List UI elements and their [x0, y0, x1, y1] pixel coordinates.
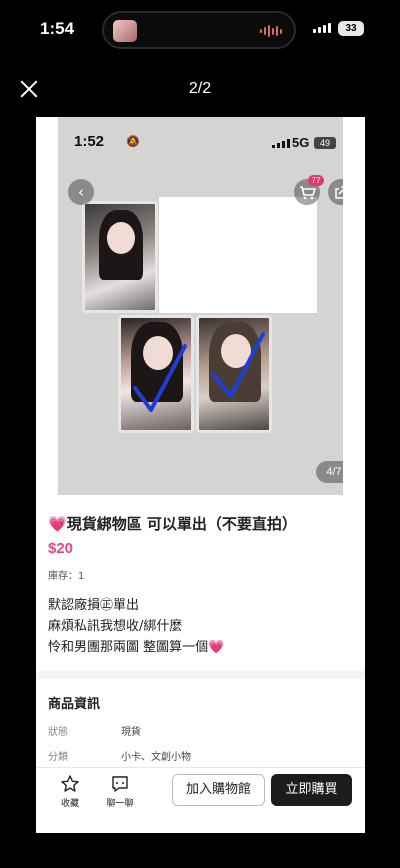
description-line: 怜和男團那兩圖 整圖算一個💗 — [48, 640, 225, 655]
product-photo: 1:52 🔕 5G 49 ‹ 77 4/7 — [58, 117, 343, 495]
photo-counter: 4/7 — [316, 461, 343, 483]
info-section-title: 商品資訊 — [48, 697, 101, 712]
description-line: 麻煩私訊我想收/綁什麼 — [48, 619, 183, 634]
inner-signal-icon — [272, 139, 290, 148]
inner-battery-icon: 49 — [314, 137, 336, 149]
screenshot-image: 1:52 🔕 5G 49 ‹ 77 4/7 💗現貨綁物區 可以單出（不要直拍） … — [36, 117, 365, 833]
buy-now-button[interactable]: 立即購買 — [271, 774, 352, 806]
info-value: 小卡、文創小物 — [121, 752, 191, 763]
add-to-cart-button[interactable]: 加入購物館 — [172, 774, 265, 806]
info-key: 分類 — [48, 752, 68, 763]
now-playing-thumbnail — [113, 20, 137, 42]
stock-label: 庫存：1 — [48, 571, 85, 582]
signal-icon — [313, 23, 331, 33]
description-line: 默認廠損㊣單出 — [48, 598, 140, 613]
chat-icon — [112, 776, 128, 792]
image-counter: 2/2 — [188, 80, 212, 97]
product-title: 💗現貨綁物區 可以單出（不要直拍） — [48, 513, 297, 534]
info-row-category: 分類 小卡、文創小物 — [48, 748, 191, 763]
favorite-button[interactable]: 收藏 — [48, 774, 92, 809]
chat-label: 聊一聊 — [106, 799, 134, 809]
favorite-label: 收藏 — [60, 799, 79, 809]
cart-badge: 77 — [308, 175, 324, 186]
bottom-action-bar: 收藏 聊一聊 加入購物館 立即購買 — [36, 767, 365, 833]
chat-button[interactable]: 聊一聊 — [98, 774, 142, 809]
section-divider — [36, 671, 365, 679]
photocard-3 — [196, 315, 272, 433]
share-icon[interactable] — [328, 179, 343, 205]
status-bar: 1:54 33 — [0, 0, 400, 60]
info-row-status: 狀態 現貨 — [48, 723, 141, 738]
star-icon — [61, 775, 79, 792]
mute-bell-icon: 🔕 — [126, 135, 140, 148]
checkmark-icon — [211, 332, 265, 398]
heart-icon: 💗 — [48, 515, 67, 533]
product-description: 默認廠損㊣單出 麻煩私訊我想收/綁什麼 怜和男團那兩圖 整圖算一個💗 — [48, 595, 224, 658]
photocard-1 — [82, 201, 158, 313]
checkmark-icon — [133, 344, 187, 412]
info-value: 現貨 — [121, 727, 141, 738]
status-time: 1:54 — [40, 19, 75, 38]
inner-network-label: 5G — [292, 135, 310, 150]
product-price: $20 — [48, 540, 74, 557]
battery-icon: 33 — [338, 21, 364, 36]
photocard-2 — [118, 315, 194, 433]
product-title-text: 現貨綁物區 可以單出（不要直拍） — [66, 515, 297, 533]
redacted-area — [159, 197, 317, 313]
audio-wave-icon — [260, 24, 282, 38]
previous-image-button[interactable]: ‹ — [68, 179, 94, 205]
inner-status-time: 1:52 — [74, 133, 105, 150]
info-key: 狀態 — [48, 727, 68, 738]
dynamic-island[interactable] — [102, 11, 296, 49]
